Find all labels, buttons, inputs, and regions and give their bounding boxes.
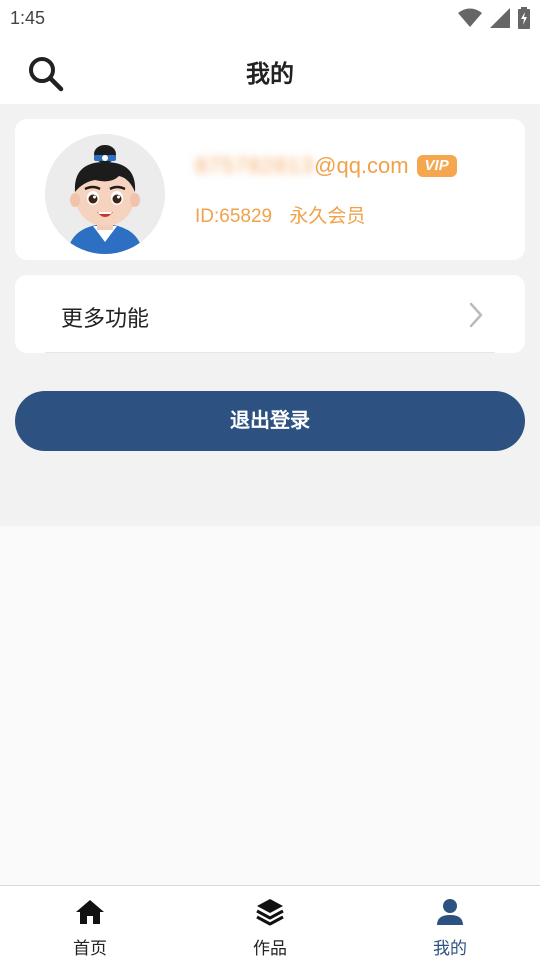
membership-status: 永久会员 [289,206,366,227]
user-meta: ID:65829 永久会员 [195,201,365,228]
nav-label-home: 首页 [73,939,107,958]
status-bar: 1:45 [0,0,540,38]
more-functions-item[interactable]: 更多功能 [15,275,525,353]
app-bar: 我的 [0,38,540,104]
avatar-cartoon-boy-image [45,134,165,254]
bottom-nav: 首页 作品 我的 [0,885,540,960]
more-functions-label: 更多功能 [61,306,150,331]
logout-button[interactable]: 退出登录 [15,391,525,451]
layers-icon [256,899,284,926]
nav-item-works[interactable]: 作品 [180,886,360,960]
avatar[interactable] [45,134,165,254]
user-id: ID:65829 [195,206,273,227]
vip-badge: VIP [416,155,457,177]
nav-item-home[interactable]: 首页 [0,886,180,960]
nav-item-mine[interactable]: 我的 [360,886,540,960]
person-icon [437,899,463,925]
nav-label-mine: 我的 [433,939,467,958]
profile-card[interactable]: 875782813 @qq.com VIP ID:65829 永久会员 [15,119,525,260]
signal-icon [490,8,510,28]
nav-label-works: 作品 [253,939,287,958]
status-icons [458,7,530,29]
email-domain: @qq.com [314,153,409,178]
divider [45,352,495,353]
email-blurred: 875782813 [195,153,315,178]
status-time: 1:45 [10,8,46,28]
battery-icon [518,7,530,29]
home-icon [76,900,104,924]
page-title: 我的 [246,61,294,88]
user-email: 875782813 @qq.com VIP [195,153,457,179]
chevron-right-icon [469,302,483,328]
wifi-icon [458,8,482,27]
